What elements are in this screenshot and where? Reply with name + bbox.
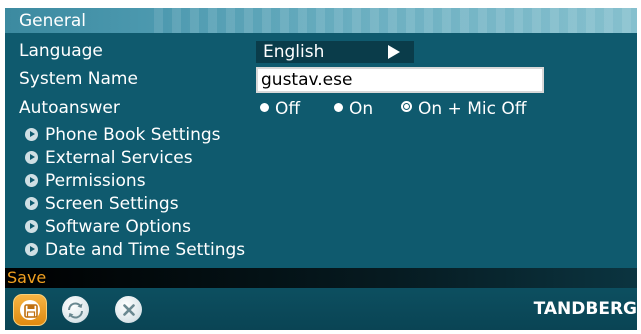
language-select[interactable]: English	[256, 41, 414, 63]
menu-item-label: Phone Book Settings	[45, 125, 221, 145]
language-label: Language	[19, 41, 103, 61]
menu-item-permissions[interactable]: Permissions	[25, 170, 146, 192]
autoanswer-option-label: Off	[275, 99, 301, 119]
language-value: English	[263, 42, 325, 62]
cancel-button[interactable]	[112, 294, 146, 326]
system-name-input[interactable]	[256, 67, 544, 93]
menu-item-screen-settings[interactable]: Screen Settings	[25, 193, 179, 215]
autoanswer-option-on[interactable]: On	[334, 98, 373, 120]
autoanswer-option-off[interactable]: Off	[260, 98, 300, 120]
refresh-button[interactable]	[59, 294, 93, 326]
menu-item-software-options[interactable]: Software Options	[25, 216, 191, 238]
title-bar-stripes	[145, 8, 637, 33]
radio-dot-icon	[260, 103, 269, 112]
radio-dot-icon	[334, 103, 343, 112]
play-bullet-icon	[25, 243, 38, 256]
autoanswer-option-label: On	[349, 99, 374, 119]
floppy-disk-icon	[24, 304, 38, 318]
close-icon	[123, 304, 135, 316]
tandberg-logo: TANDBERG	[533, 299, 637, 319]
status-bar: Save	[5, 268, 637, 288]
autoanswer-option-label: On + Mic Off	[418, 99, 527, 119]
menu-item-external-services[interactable]: External Services	[25, 147, 193, 169]
arrow-right-icon	[388, 45, 400, 59]
radio-selected-icon	[401, 101, 412, 112]
menu-item-label: External Services	[45, 148, 193, 168]
settings-panel: General Language English System Name Aut…	[5, 8, 637, 330]
play-bullet-icon	[25, 220, 38, 233]
play-bullet-icon	[25, 128, 38, 141]
title-bar: General	[5, 8, 637, 33]
menu-item-label: Screen Settings	[45, 194, 179, 214]
menu-item-label: Date and Time Settings	[45, 240, 246, 260]
save-button[interactable]	[13, 294, 47, 326]
autoanswer-label: Autoanswer	[19, 98, 120, 118]
menu-item-label: Software Options	[45, 217, 191, 237]
menu-item-label: Permissions	[45, 171, 146, 191]
menu-item-phone-book-settings[interactable]: Phone Book Settings	[25, 124, 221, 146]
play-bullet-icon	[25, 197, 38, 210]
status-text: Save	[7, 268, 47, 287]
play-bullet-icon	[25, 151, 38, 164]
page-title: General	[19, 11, 86, 31]
menu-item-date-and-time-settings[interactable]: Date and Time Settings	[25, 239, 245, 261]
refresh-icon	[67, 302, 84, 319]
play-bullet-icon	[25, 174, 38, 187]
autoanswer-option-on-mic-off[interactable]: On + Mic Off	[401, 98, 526, 120]
bottom-toolbar: TANDBERG	[5, 288, 637, 330]
system-name-label: System Name	[19, 69, 138, 89]
